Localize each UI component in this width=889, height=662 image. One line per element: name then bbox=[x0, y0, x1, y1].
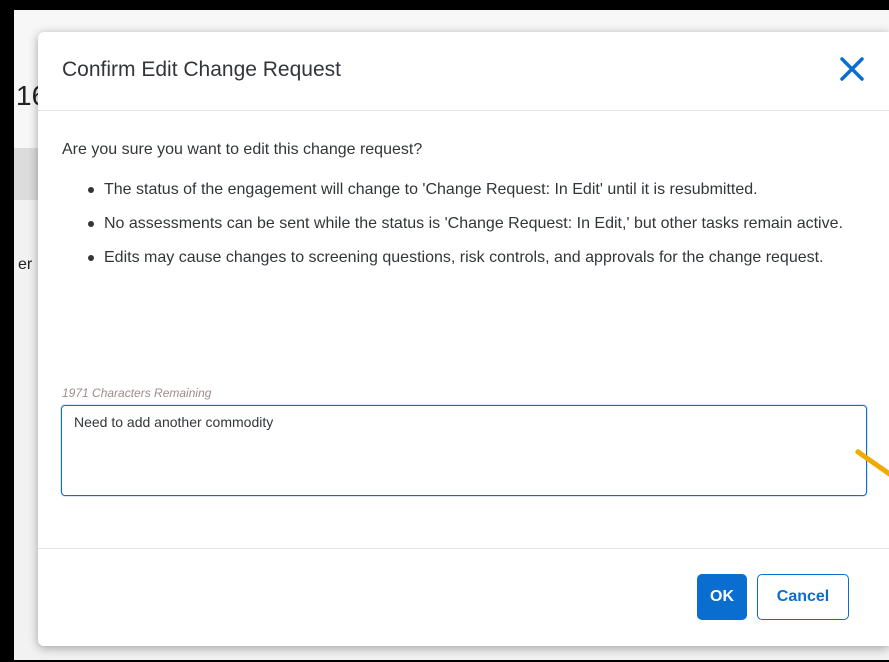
confirm-question: Are you sure you want to edit this chang… bbox=[62, 141, 423, 158]
close-button[interactable] bbox=[834, 52, 870, 88]
dialog-header: Confirm Edit Change Request bbox=[38, 32, 889, 111]
close-icon bbox=[840, 57, 864, 81]
info-item-status: The status of the engagement will change… bbox=[86, 178, 846, 202]
info-list: The status of the engagement will change… bbox=[86, 178, 846, 280]
info-item-edits: Edits may cause changes to screening que… bbox=[86, 246, 846, 270]
characters-remaining: 1971 Characters Remaining bbox=[62, 386, 212, 400]
reason-textarea[interactable]: Need to add another commodity bbox=[61, 405, 867, 496]
info-item-assessments: No assessments can be sent while the sta… bbox=[86, 212, 846, 236]
dialog-body: Are you sure you want to edit this chang… bbox=[38, 111, 889, 549]
ok-button[interactable]: OK bbox=[697, 574, 747, 620]
cancel-button[interactable]: Cancel bbox=[757, 574, 849, 620]
background-partial-text: er bbox=[18, 256, 33, 273]
confirm-edit-dialog: Confirm Edit Change Request Are you sure… bbox=[38, 32, 889, 646]
dialog-title: Confirm Edit Change Request bbox=[62, 58, 341, 81]
